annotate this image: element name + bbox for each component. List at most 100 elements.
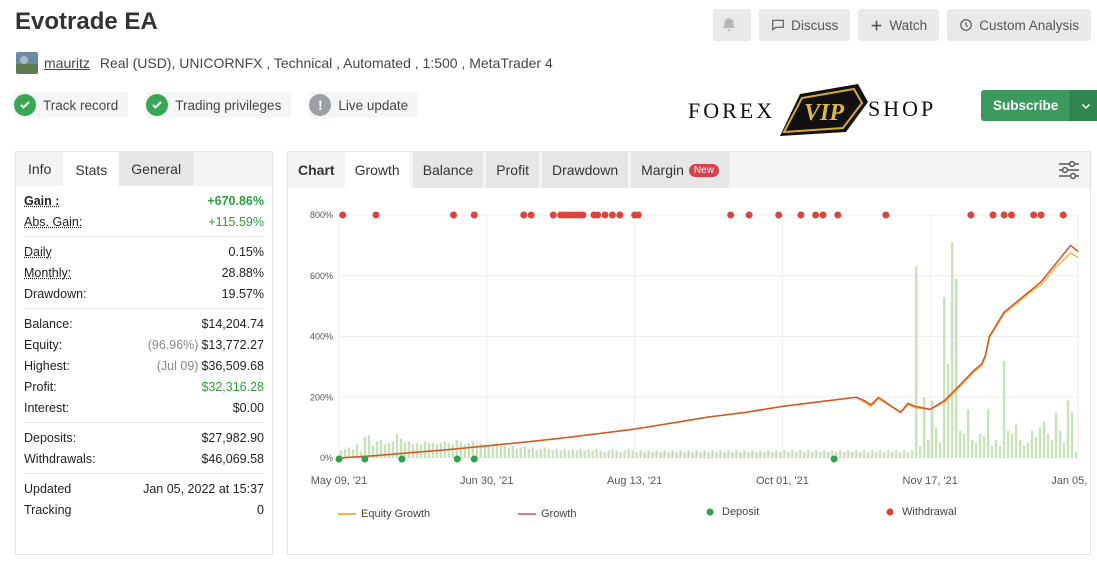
notifications-button[interactable] [713, 9, 752, 41]
tab-margin[interactable]: Margin New [631, 152, 729, 188]
custom-analysis-button[interactable]: Custom Analysis [947, 9, 1091, 41]
daily-bar [659, 451, 662, 458]
daily-bar [934, 427, 938, 458]
avatar[interactable] [16, 52, 38, 74]
live-update-badge[interactable]: ! Live update [309, 92, 419, 118]
live-update-label: Live update [338, 97, 409, 113]
daily-bar [855, 450, 858, 458]
daily-bar [591, 450, 594, 458]
y-tick-label: 800% [310, 210, 333, 220]
y-tick-label: 600% [310, 271, 333, 281]
monthly-value: 28.88% [221, 265, 264, 280]
daily-bar [1058, 430, 1062, 458]
filter-settings-icon[interactable] [1058, 160, 1080, 180]
daily-bar [639, 450, 642, 458]
daily-bar [1010, 433, 1014, 458]
trading-privileges-label: Trading privileges [175, 97, 282, 113]
daily-bar [875, 451, 878, 458]
new-badge: New [688, 163, 719, 177]
growth-chart[interactable]: 0% 200% 400% 600% 800% May 09, '21 Jun 30, '21… [288, 188, 1090, 528]
daily-bar [723, 451, 726, 458]
daily-bar [1026, 442, 1030, 458]
daily-bar [739, 451, 742, 458]
legend-deposit[interactable]: Deposit [703, 506, 759, 518]
track-record-badge[interactable]: Track record [14, 92, 129, 118]
stat-row: Daily 0.15% [24, 241, 264, 262]
tab-profit[interactable]: Profit [486, 152, 539, 188]
daily-bar [423, 441, 427, 458]
equity-value: $13,772.27 [201, 337, 264, 352]
withdrawal-marker [601, 211, 609, 219]
abs-gain-label[interactable]: Abs. Gain: [24, 215, 82, 229]
legend-deposit-label: Deposit [722, 506, 760, 518]
daily-bar [1038, 427, 1042, 458]
withdrawal-marker [579, 211, 587, 219]
legend-equity[interactable]: Equity Growth [338, 508, 430, 520]
daily-bar [815, 450, 818, 458]
daily-bar [954, 278, 958, 458]
daily-bar [771, 451, 774, 458]
daily-bar [615, 450, 618, 458]
daily-bar [707, 451, 710, 458]
subscribe-button[interactable]: Subscribe [981, 90, 1071, 121]
daily-bar [923, 397, 926, 458]
discuss-button[interactable]: Discuss [759, 9, 851, 41]
check-icon [146, 94, 169, 116]
subscribe-dropdown[interactable] [1070, 90, 1097, 121]
stats-tabs: Info Stats General [16, 152, 272, 186]
daily-bar [1062, 442, 1066, 458]
tab-info[interactable]: Info [16, 152, 63, 186]
legend-withdrawal[interactable]: Withdrawal [883, 506, 956, 518]
gain-label[interactable]: Gain : [24, 194, 59, 208]
trading-privileges-badge[interactable]: Trading privileges [146, 92, 292, 118]
returns-group: Daily 0.15% Monthly: 28.88% Drawdown: 19.57… [24, 237, 264, 309]
withdrawal-marker [745, 211, 753, 219]
tab-drawdown[interactable]: Drawdown [541, 152, 629, 188]
stat-row: Abs. Gain: +115.59% [24, 211, 264, 232]
stat-row: Tracking 0 [24, 499, 264, 520]
tab-general[interactable]: General [119, 152, 194, 186]
withdrawal-marker [372, 211, 380, 219]
tab-balance[interactable]: Balance [412, 152, 484, 188]
daily-bar [511, 445, 514, 458]
daily-bar [599, 450, 602, 458]
tab-chart[interactable]: Chart [288, 152, 345, 188]
username-link[interactable]: mauritz [44, 55, 90, 71]
deposits-value: $27,982.90 [201, 430, 264, 445]
withdrawal-marker [339, 211, 347, 219]
daily-bar [970, 439, 974, 458]
deposit-marker [335, 455, 343, 463]
daily-bar [711, 450, 714, 458]
daily-label[interactable]: Daily [24, 245, 52, 259]
daily-bar [543, 447, 546, 458]
daily-bar [347, 447, 351, 458]
daily-bar [927, 439, 930, 458]
daily-bar [783, 450, 786, 458]
withdrawal-marker [1059, 211, 1067, 219]
daily-bar [1002, 360, 1006, 458]
legend-growth[interactable]: Growth [518, 508, 576, 520]
x-tick-label: Nov 17, '21 [903, 475, 958, 487]
stat-row: Gain : +670.86% [24, 190, 264, 211]
withdrawal-marker [520, 211, 528, 219]
abs-gain-value: +115.59% [208, 214, 264, 229]
chart-legend: Equity Growth Growth Deposit Withdrawal [338, 504, 1038, 524]
balance-value: $14,204.74 [201, 316, 264, 331]
tab-growth[interactable]: Growth [344, 152, 410, 188]
check-icon [14, 94, 36, 116]
gain-value: +670.86% [207, 193, 264, 208]
watch-button[interactable]: Watch [858, 9, 940, 41]
x-tick-label: Oct 01, '21 [756, 475, 809, 487]
tab-stats[interactable]: Stats [63, 152, 120, 186]
chart-panel: Chart Growth Balance Profit Drawdown Mar… [287, 151, 1091, 555]
withdrawal-marker [594, 211, 602, 219]
daily-bar [743, 450, 746, 458]
monthly-label[interactable]: Monthly: [24, 266, 71, 280]
withdrawal-marker [1007, 211, 1015, 219]
daily-bar [499, 444, 502, 458]
daily-bar [883, 451, 886, 458]
daily-bar [899, 451, 902, 458]
withdrawal-marker [1030, 211, 1038, 219]
daily-bar [415, 442, 419, 458]
daily-bar [523, 445, 526, 458]
